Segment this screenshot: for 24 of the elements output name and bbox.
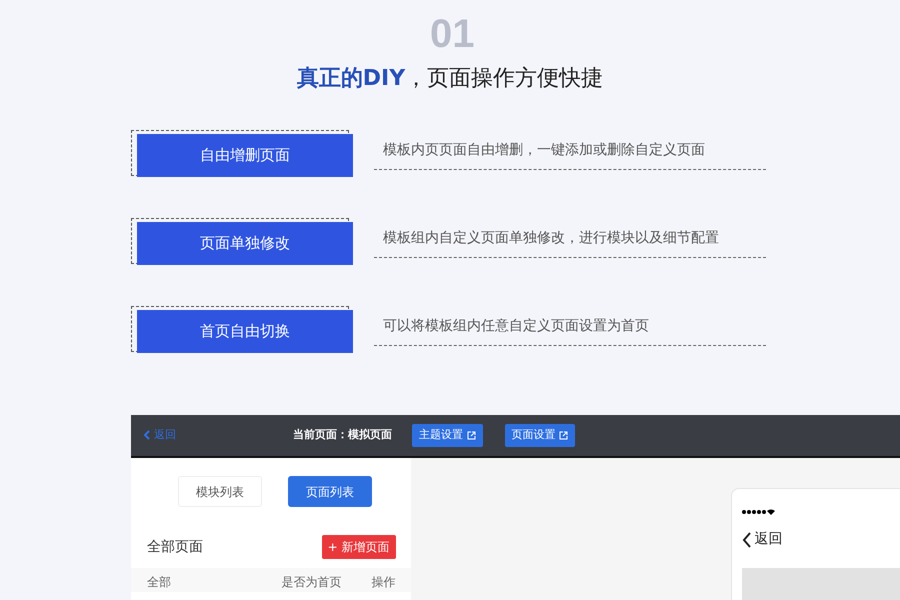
add-page-button[interactable]: + 新增页面 (322, 535, 396, 559)
chevron-left-icon (742, 532, 752, 548)
feature-button[interactable]: 自由增删页面 (137, 134, 353, 177)
external-link-icon (559, 430, 568, 440)
column-header: 操作 (372, 575, 396, 589)
feature-description: 可以将模板组内任意自定义页面设置为首页 (374, 306, 766, 346)
section-title: 全部页面 (147, 538, 203, 556)
feature-description: 模板内页页面自由增删，一键添加或删除自定义页面 (374, 130, 766, 170)
feature-description: 模板组内自定义页面单独修改，进行模块以及细节配置 (374, 218, 766, 258)
current-page-label: 当前页面：模拟页面 (293, 427, 392, 444)
phone-back-link[interactable]: 返回 (742, 529, 900, 550)
toolbar-button[interactable]: 主题设置 (412, 424, 482, 447)
feature-button[interactable]: 页面单独修改 (137, 222, 353, 265)
external-link-icon (466, 430, 476, 440)
section-heading: 真正的DIY，页面操作方便快捷 (296, 65, 604, 93)
section-number: 01 (430, 14, 474, 54)
column-header: 全部 (147, 575, 172, 589)
column-header: 是否为首页 (282, 575, 342, 589)
toolbar-button[interactable]: 页面设置 (504, 424, 575, 447)
signal-icon (742, 509, 775, 515)
panel-tab[interactable]: 模块列表 (178, 476, 262, 507)
chevron-left-icon (143, 430, 150, 440)
feature-button[interactable]: 首页自由切换 (137, 310, 353, 353)
panel-tab[interactable]: 页面列表 (288, 476, 372, 507)
